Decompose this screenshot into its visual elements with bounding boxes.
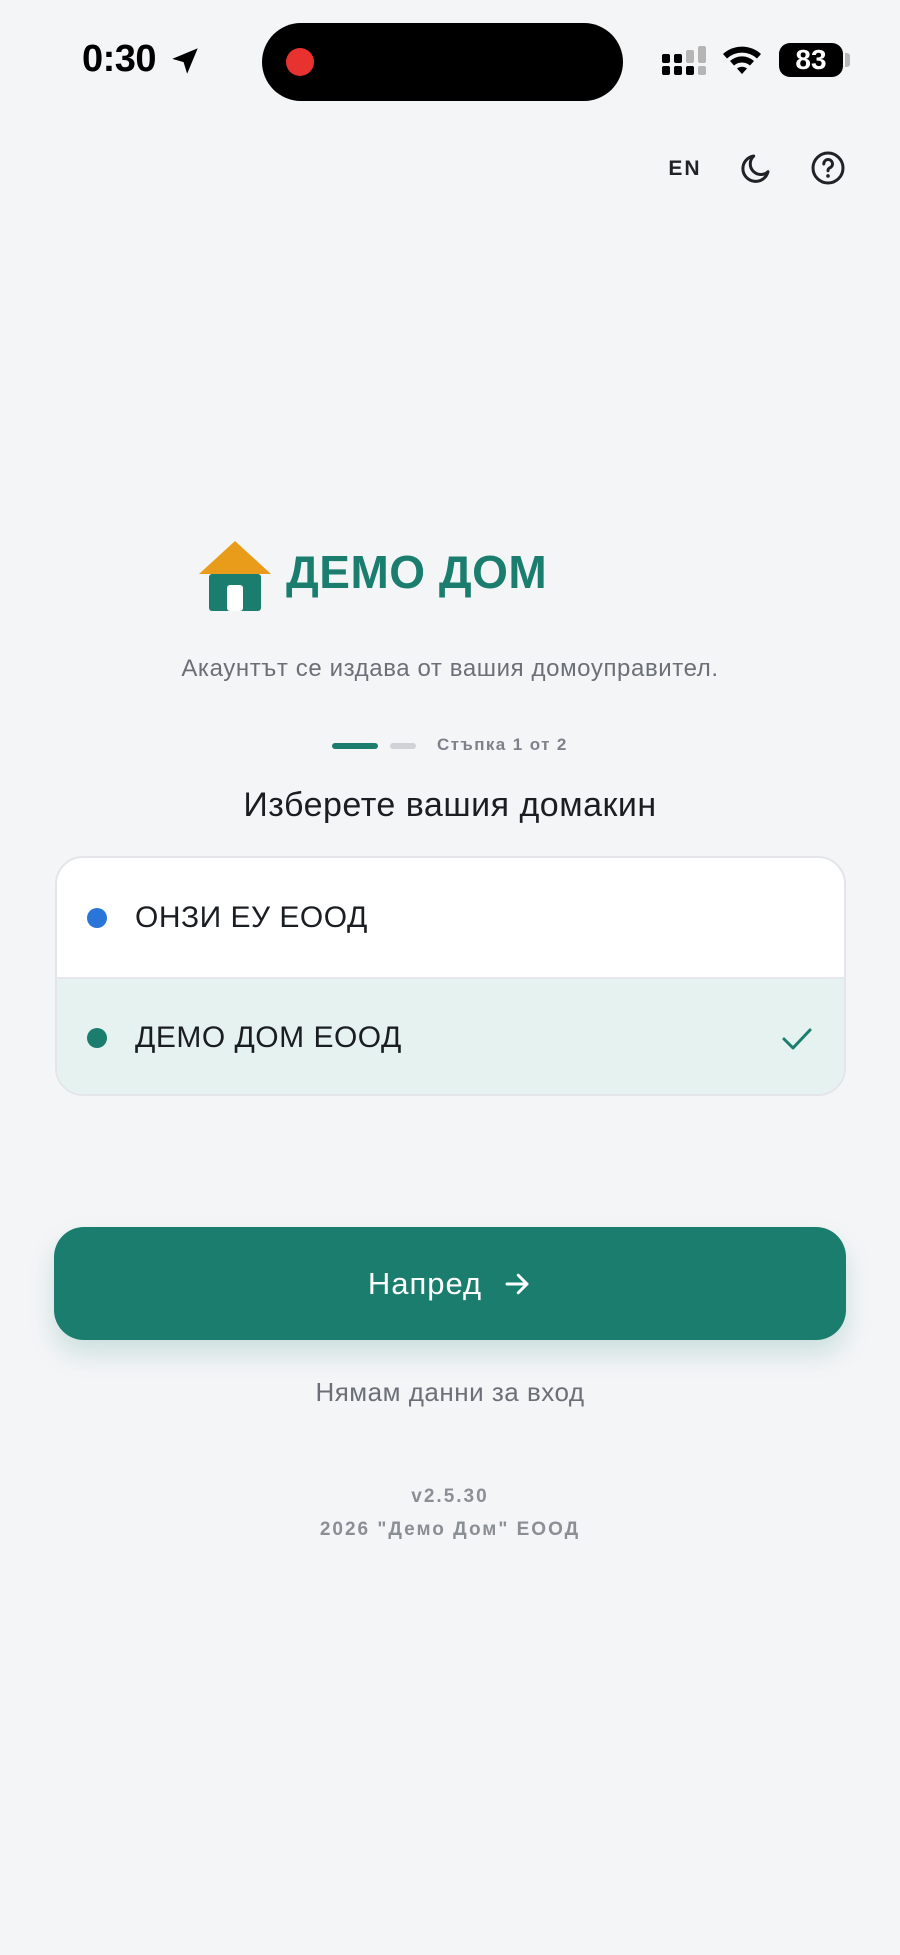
dynamic-island	[262, 23, 623, 101]
host-color-dot	[87, 907, 107, 928]
recording-indicator-icon	[286, 48, 314, 76]
host-option-demo-dom[interactable]: ДЕМО ДОМ ЕООД	[57, 977, 844, 1094]
next-button[interactable]: Напред	[54, 1227, 846, 1340]
language-toggle-button[interactable]: EN	[662, 152, 708, 186]
location-arrow-icon	[172, 48, 198, 74]
section-title: Изберете вашия домакин	[243, 786, 657, 824]
subtitle: Акаунтът се издава от вашия домоуправите…	[181, 655, 719, 682]
host-color-dot	[87, 1027, 107, 1048]
copyright: 2026 "Демо Дом" ЕООД	[319, 1519, 581, 1540]
host-name: ОНЗИ ЕУ ЕООД	[135, 900, 368, 934]
host-option-onzi[interactable]: ОНЗИ ЕУ ЕООД	[57, 858, 844, 977]
check-icon	[782, 1028, 812, 1050]
login-screen: 0:30 83 EN ДЕМО ДОМ Акаунтът се издава о…	[0, 0, 900, 1955]
step-indicator-active	[332, 743, 378, 749]
brand-name: ДЕМО ДОМ	[286, 546, 548, 598]
next-button-label: Напред	[367, 1265, 483, 1301]
wifi-icon	[723, 46, 761, 74]
moon-icon[interactable]	[738, 150, 774, 186]
step-indicator-inactive	[390, 743, 416, 749]
house-icon	[199, 541, 271, 611]
battery-indicator: 83	[779, 43, 843, 77]
step-label: Стъпка 1 от 2	[437, 735, 568, 754]
app-version: v2.5.30	[411, 1486, 489, 1507]
help-circle-icon[interactable]	[810, 150, 846, 186]
arrow-right-icon	[505, 1273, 529, 1294]
status-time: 0:30	[82, 38, 157, 80]
battery-cap	[845, 53, 850, 67]
host-name: ДЕМО ДОМ ЕООД	[135, 1020, 402, 1054]
cellular-signal-icon	[662, 46, 706, 75]
host-list: ОНЗИ ЕУ ЕООД ДЕМО ДОМ ЕООД	[55, 856, 846, 1096]
no-login-data-link[interactable]: Нямам данни за вход	[0, 1377, 900, 1408]
